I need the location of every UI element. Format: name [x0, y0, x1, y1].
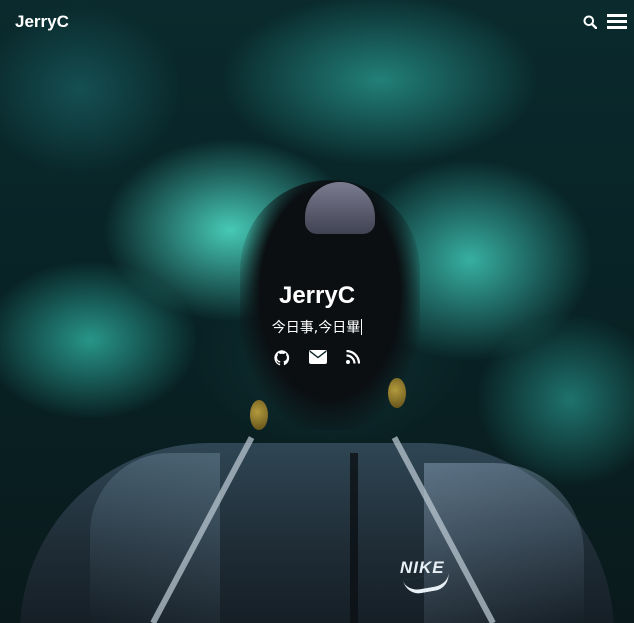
hero-subtitle-wrap: 今日事,今日畢 — [0, 318, 634, 338]
social-links — [0, 350, 634, 366]
mail-icon[interactable] — [309, 350, 327, 366]
earring-left — [250, 400, 268, 430]
typing-cursor — [361, 319, 363, 335]
jacket-zipper — [350, 453, 358, 623]
hero-title: JerryC — [278, 282, 356, 309]
hero-subtitle: 今日事,今日畢 — [271, 320, 361, 336]
earring-right — [388, 378, 406, 408]
github-icon[interactable] — [274, 350, 290, 366]
site-logo[interactable]: JerryC — [15, 12, 69, 32]
menu-icon[interactable] — [607, 14, 627, 29]
search-icon[interactable] — [583, 14, 598, 30]
hero-content: JerryC 今日事,今日畢 — [0, 280, 634, 366]
navbar: JerryC — [0, 0, 634, 44]
rss-icon[interactable] — [346, 350, 360, 366]
